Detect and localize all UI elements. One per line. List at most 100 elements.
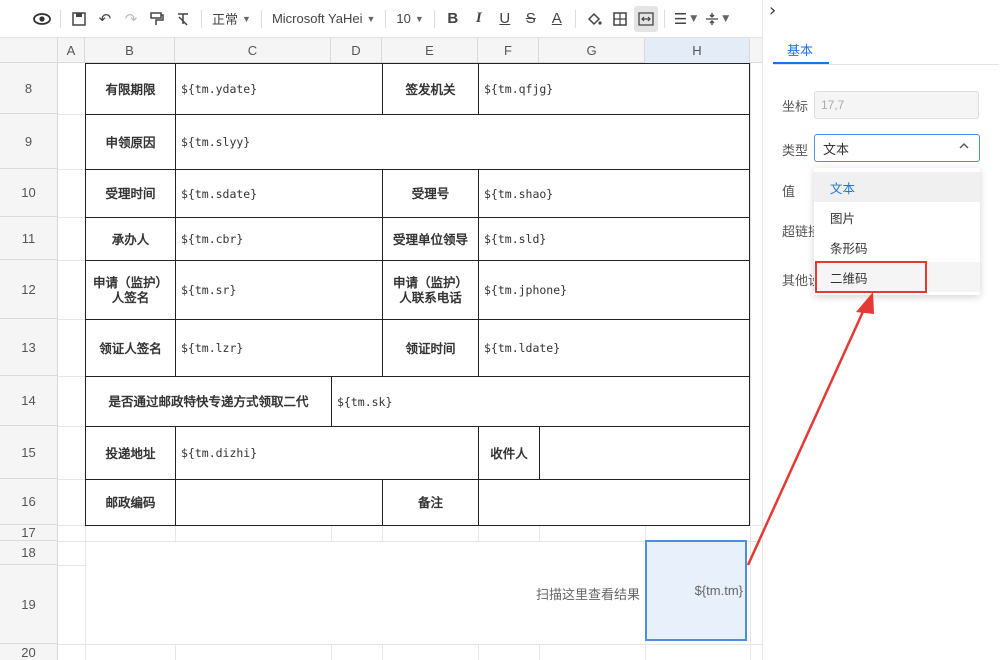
vertical-align-icon[interactable]: ▼	[702, 6, 732, 32]
toolbar-divider	[433, 9, 435, 28]
row-header-19[interactable]: 19	[0, 565, 58, 644]
font-select[interactable]: Microsoft YaHei ▼	[268, 11, 379, 26]
row-header-20[interactable]: 20	[0, 644, 58, 660]
value-sk[interactable]: ${tm.sk}	[331, 376, 750, 427]
row-header-10[interactable]: 10	[0, 169, 58, 217]
row-header-12[interactable]: 12	[0, 260, 58, 319]
value-sr[interactable]: ${tm.sr}	[175, 260, 383, 320]
selected-qrcode-cell[interactable]: ${tm.tm}	[645, 540, 747, 641]
label-text: 申领原因	[105, 134, 156, 150]
label-applicant-phone[interactable]: 申请（监护） 人联系电话	[382, 260, 479, 320]
italic-icon[interactable]: I	[467, 6, 491, 32]
value-text: ${tm.cbr}	[181, 232, 244, 246]
value-sld[interactable]: ${tm.sld}	[478, 217, 750, 261]
value-ydate[interactable]: ${tm.ydate}	[175, 63, 383, 115]
caret-down-icon: ▼	[242, 13, 251, 24]
value-receiver[interactable]	[539, 426, 750, 480]
value-slyy[interactable]: ${tm.slyy}	[175, 114, 750, 170]
save-icon[interactable]	[67, 6, 91, 32]
value-shao[interactable]: ${tm.shao}	[478, 169, 750, 218]
gridline	[58, 376, 85, 377]
label-accept-number[interactable]: 受理号	[382, 169, 479, 218]
tab-basic[interactable]: 基本	[787, 40, 813, 59]
format-painter-icon[interactable]	[145, 6, 169, 32]
scan-hint-cell[interactable]: 扫描这里查看结果	[86, 542, 645, 644]
strikethrough-icon[interactable]: S	[519, 6, 543, 32]
col-header-g[interactable]: G	[539, 38, 645, 63]
col-header-h[interactable]: H	[645, 38, 750, 63]
value-lzr[interactable]: ${tm.lzr}	[175, 319, 383, 377]
coord-value: 17,7	[821, 98, 845, 112]
row-header-8[interactable]: 8	[0, 63, 58, 114]
option-barcode[interactable]: 条形码	[814, 232, 980, 262]
row-header-15[interactable]: 15	[0, 426, 58, 479]
label-handler[interactable]: 承办人	[85, 217, 176, 261]
properties-panel: › 基本 坐标 17,7 类型 文本 值 超链接 其他设 文本 图片 条形码 二…	[762, 0, 1004, 660]
label-validity-period[interactable]: 有限期限	[85, 63, 176, 115]
option-image[interactable]: 图片	[814, 202, 980, 232]
toolbar-divider	[60, 9, 61, 28]
gridline	[750, 63, 751, 660]
col-header-e[interactable]: E	[382, 38, 478, 63]
value-cbr[interactable]: ${tm.cbr}	[175, 217, 383, 261]
borders-icon[interactable]	[608, 6, 632, 32]
merge-cells-icon[interactable]	[633, 5, 658, 32]
row-header-14[interactable]: 14	[0, 376, 58, 426]
label-recipient-signature[interactable]: 领证人签名	[85, 319, 176, 377]
redo-icon[interactable]: ↷	[119, 6, 143, 32]
label-issuing-authority[interactable]: 签发机关	[382, 63, 479, 115]
type-select[interactable]: 文本	[814, 134, 980, 162]
value-text: ${tm.sld}	[484, 232, 547, 246]
eye-icon[interactable]	[30, 6, 54, 32]
col-header-f[interactable]: F	[478, 38, 539, 63]
coord-label: 坐标	[782, 100, 809, 115]
label-receiver[interactable]: 收件人	[478, 426, 540, 480]
fill-color-icon[interactable]	[582, 6, 606, 32]
corner-cell[interactable]	[0, 38, 58, 63]
value-dizhi[interactable]: ${tm.dizhi}	[175, 426, 479, 480]
value-text: ${tm.dizhi}	[181, 446, 258, 460]
label-reason[interactable]: 申领原因	[85, 114, 176, 170]
chevron-right-icon[interactable]: ›	[769, 0, 776, 21]
gridline	[58, 479, 85, 480]
label-express-delivery[interactable]: 是否通过邮政特快专递方式领取二代	[85, 376, 332, 427]
value-qfjg[interactable]: ${tm.qfjg}	[478, 63, 750, 115]
label-unit-leader[interactable]: 受理单位领导	[382, 217, 479, 261]
label-collect-time[interactable]: 领证时间	[382, 319, 479, 377]
row-header-16[interactable]: 16	[0, 479, 58, 525]
clear-format-icon[interactable]	[171, 6, 195, 32]
col-header-c[interactable]: C	[175, 38, 331, 63]
value-postcode[interactable]	[175, 479, 383, 526]
label-accept-time[interactable]: 受理时间	[85, 169, 176, 218]
row-header-9[interactable]: 9	[0, 114, 58, 169]
format-select[interactable]: 正常 ▼	[208, 9, 255, 28]
font-color-icon[interactable]: A	[545, 6, 569, 32]
bold-icon[interactable]: B	[441, 6, 465, 32]
value-jphone[interactable]: ${tm.jphone}	[478, 260, 750, 320]
label-applicant-signature[interactable]: 申请（监护） 人签名	[85, 260, 176, 320]
value-sdate[interactable]: ${tm.sdate}	[175, 169, 383, 218]
row-header-13[interactable]: 13	[0, 319, 58, 376]
label-delivery-address[interactable]: 投递地址	[85, 426, 176, 480]
row-header-11[interactable]: 11	[0, 217, 58, 260]
value-ldate[interactable]: ${tm.ldate}	[478, 319, 750, 377]
gridline	[58, 426, 85, 427]
value-remarks[interactable]	[478, 479, 750, 526]
undo-icon[interactable]: ↶	[93, 6, 117, 32]
col-header-b[interactable]: B	[85, 38, 175, 63]
align-icon[interactable]: ☰ ▼	[671, 6, 700, 32]
col-header-d[interactable]: D	[331, 38, 382, 63]
row-header-18[interactable]: 18	[0, 541, 58, 565]
col-header-a[interactable]: A	[58, 38, 85, 63]
label-postcode[interactable]: 邮政编码	[85, 479, 176, 526]
row-header-17[interactable]: 17	[0, 525, 58, 541]
value-text: ${tm.ldate}	[484, 341, 561, 355]
gridline	[58, 169, 85, 170]
value-text: ${tm.slyy}	[181, 135, 251, 149]
sheet-grid[interactable]: 有限期限 ${tm.ydate} 签发机关 ${tm.qfjg} 申领原因 ${…	[58, 63, 762, 660]
label-remarks[interactable]: 备注	[382, 479, 479, 526]
underline-icon[interactable]: U	[493, 6, 517, 32]
font-size-select[interactable]: 10 ▼	[392, 11, 427, 26]
option-text[interactable]: 文本	[814, 172, 980, 202]
column-headers: A B C D E F G H	[0, 38, 762, 63]
